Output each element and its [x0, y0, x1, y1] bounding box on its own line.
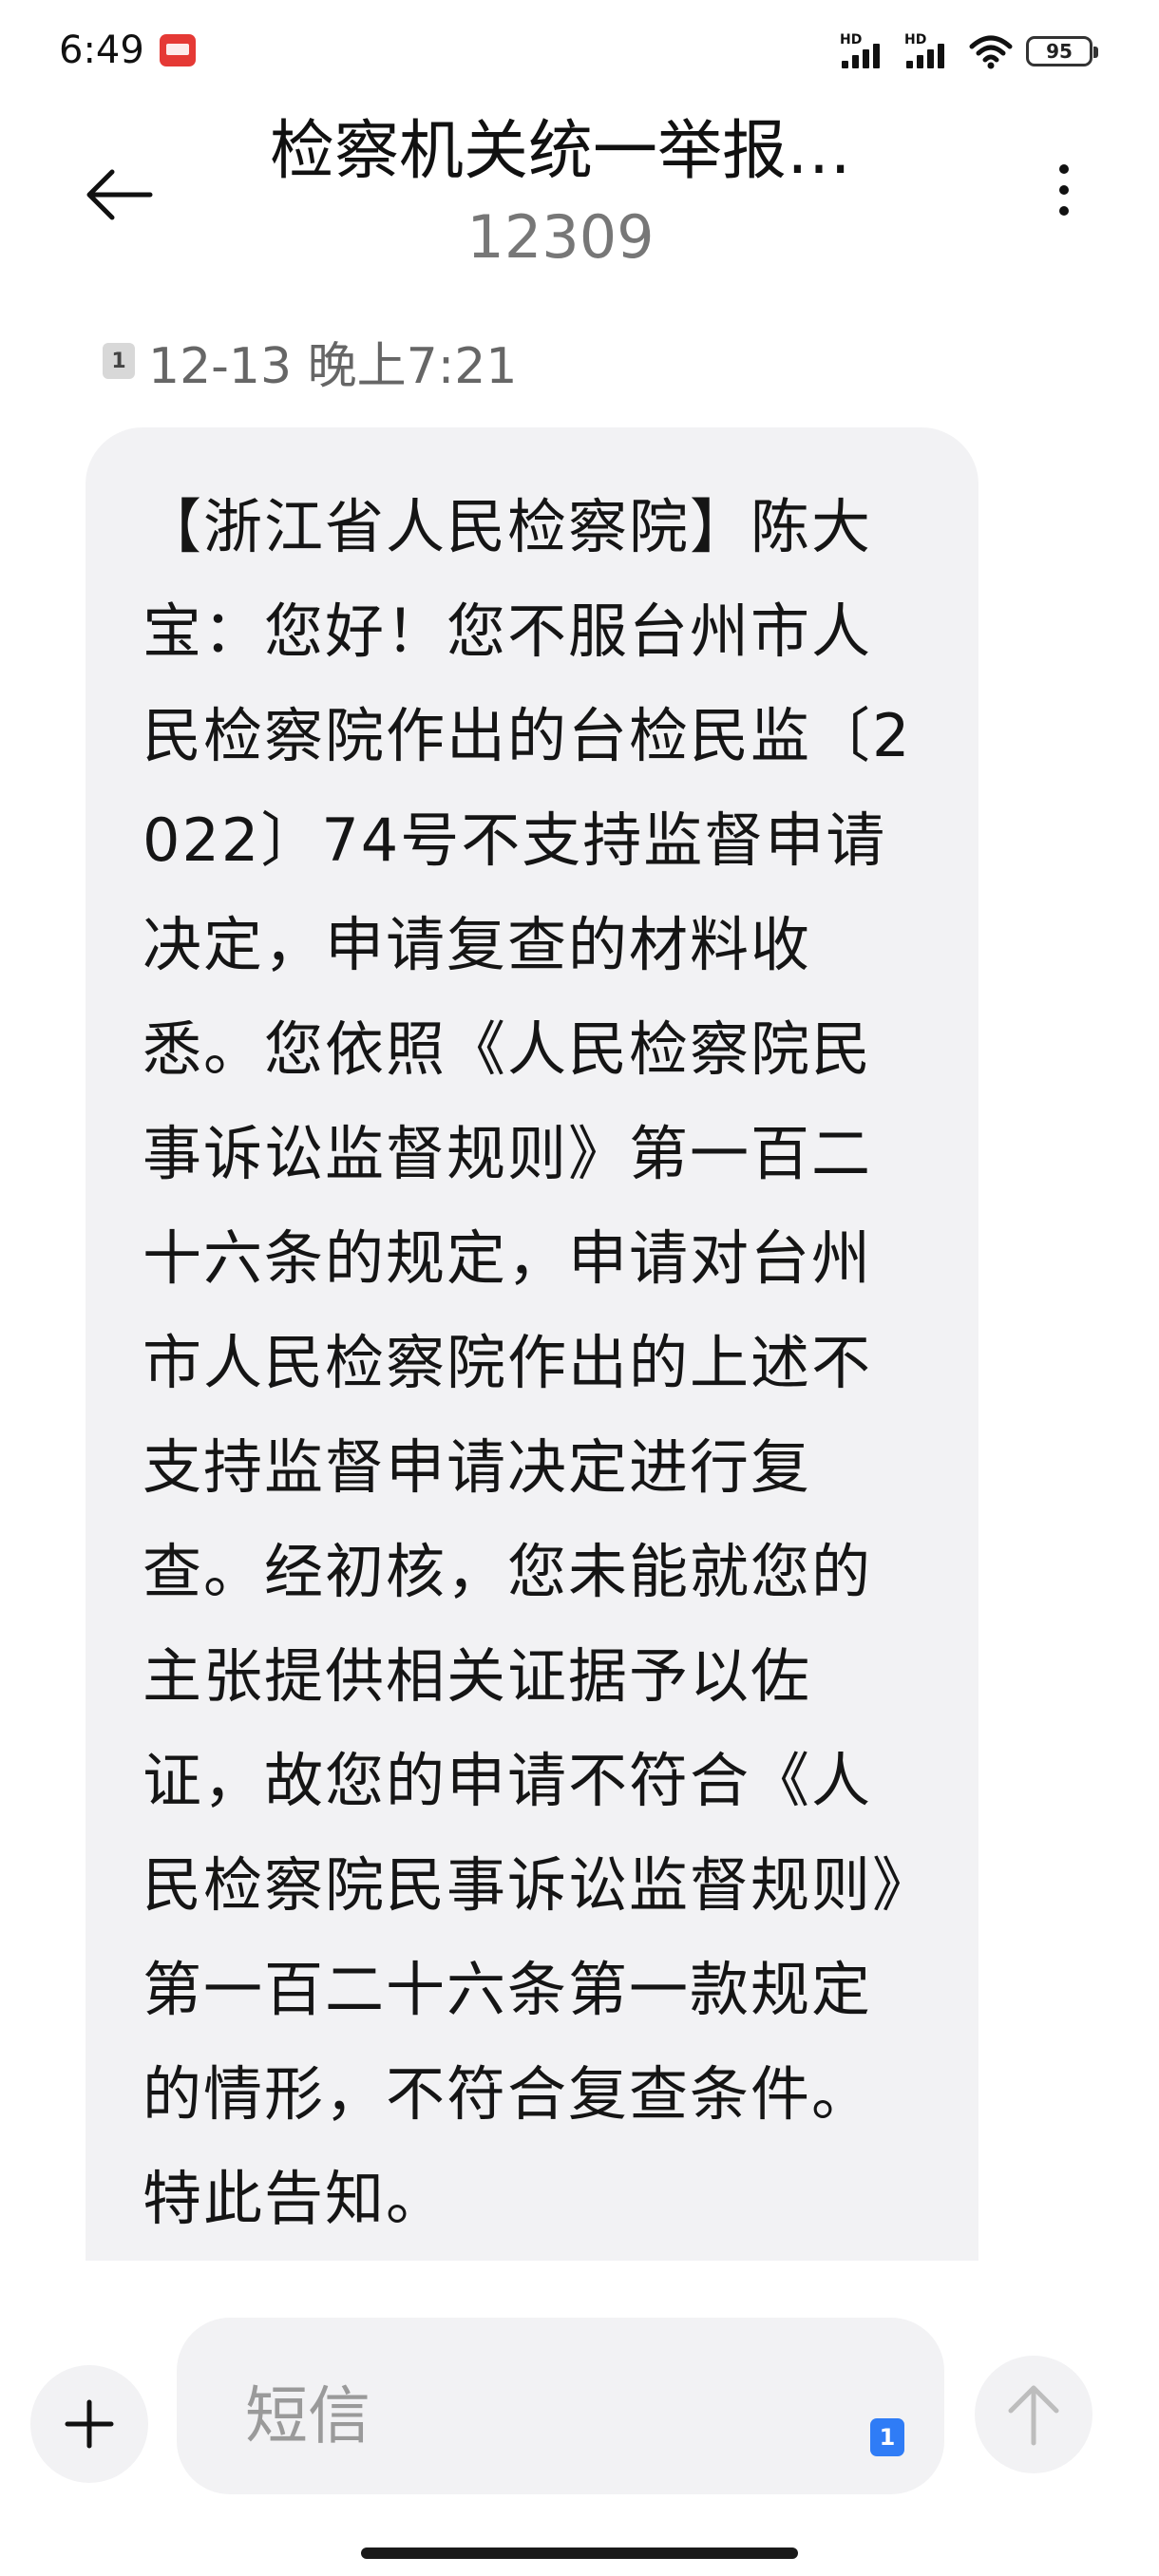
battery-icon: 95 [1026, 36, 1098, 66]
status-bar: 6:49 HD HD 95 [0, 0, 1159, 95]
sms-input[interactable]: 短信 1 [177, 2318, 944, 2494]
title-block[interactable]: 检察机关统一举报… 12309 [190, 104, 931, 275]
back-arrow-icon [86, 169, 153, 220]
sms-conversation-screen: 6:49 HD HD 95 检察机关统一举报… 12309 1 12-13 晚上… [0, 0, 1159, 2576]
cellular-signal-icon: HD [904, 32, 956, 70]
message-timestamp: 12-13 晚上7:21 [148, 337, 518, 395]
battery-level: 95 [1046, 40, 1073, 63]
more-options-button[interactable] [1036, 142, 1092, 237]
plus-icon [65, 2399, 114, 2449]
contact-number: 12309 [466, 202, 655, 272]
message-timestamp-row: 1 12-13 晚上7:21 [103, 332, 517, 395]
send-button[interactable] [975, 2356, 1092, 2473]
more-vertical-icon [1059, 164, 1069, 174]
cellular-signal-icon: HD [840, 32, 891, 70]
add-attachment-button[interactable] [30, 2365, 148, 2483]
message-composer: 短信 1 [0, 2289, 1159, 2498]
send-arrow-up-icon [1008, 2385, 1059, 2446]
message-bubble[interactable]: 【浙江省人民检察院】陈大宝：您好！您不服台州市人民检察院作出的台检民监〔2022… [86, 427, 978, 2261]
sms-input-placeholder: 短信 [245, 2379, 370, 2453]
sim-select-badge[interactable]: 1 [870, 2418, 904, 2456]
wifi-icon [969, 35, 1013, 69]
conversation-header: 检察机关统一举报… 12309 [0, 95, 1159, 285]
contact-name: 检察机关统一举报… [269, 114, 851, 189]
news-app-icon [160, 34, 196, 66]
back-button[interactable] [76, 152, 162, 237]
status-time: 6:49 [59, 28, 144, 72]
status-indicators: HD HD 95 [840, 32, 1098, 70]
home-indicator[interactable] [361, 2548, 798, 2559]
message-text: 【浙江省人民检察院】陈大宝：您好！您不服台州市人民检察院作出的台检民监〔2022… [142, 492, 912, 2233]
sim-slot-badge: 1 [103, 343, 135, 379]
